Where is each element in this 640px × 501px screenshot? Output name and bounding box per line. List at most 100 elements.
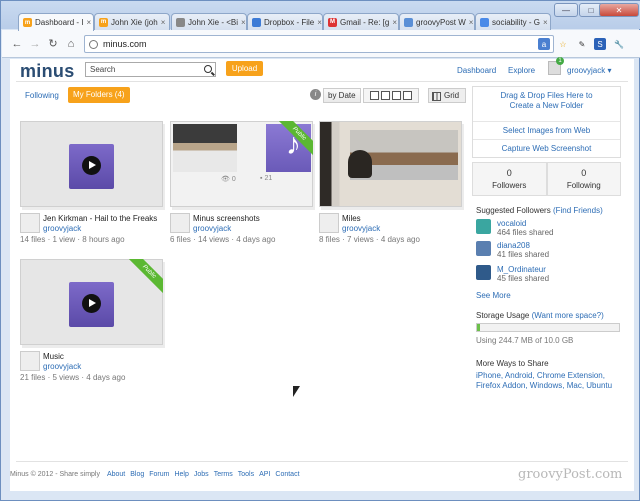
suggested-follower[interactable]: M_Ordinateur 45 files shared — [476, 265, 621, 283]
folder-title[interactable]: Minus screenshots — [193, 214, 260, 223]
folder-card[interactable]: ♪ 👁 0 ▪ 21 Public Minus screenshots groo… — [170, 121, 313, 244]
suggested-follower[interactable]: diana208 41 files shared — [476, 241, 621, 259]
footer-link-2[interactable]: Forum — [149, 471, 169, 478]
notification-badge[interactable]: 1 — [556, 57, 564, 65]
footer-link-1[interactable]: Blog — [130, 471, 144, 478]
footer-link-0[interactable]: About — [107, 471, 125, 478]
tab-label: Dropbox - File — [264, 17, 315, 27]
address-bar[interactable]: minus.com — [84, 35, 554, 53]
folder-thumbnail[interactable]: Public — [20, 259, 163, 345]
globe-icon — [89, 39, 98, 49]
folder-owner-link[interactable]: groovyjack — [342, 224, 380, 233]
grid-view-button[interactable]: Grid — [428, 88, 466, 103]
explore-link[interactable]: Explore — [508, 66, 535, 75]
suggested-follower[interactable]: vocaloid 464 files shared — [476, 219, 621, 237]
tab-0[interactable]: m Dashboard - I × — [18, 13, 94, 31]
extension-icon[interactable]: S — [594, 38, 606, 50]
close-window-button[interactable]: ✕ — [599, 3, 639, 17]
favicon-icon: M — [328, 17, 337, 27]
capture-web-screenshot-link[interactable]: Capture Web Screenshot — [473, 140, 620, 158]
tab-4[interactable]: M Gmail - Re: [g × — [323, 13, 399, 30]
minimize-button[interactable]: — — [554, 3, 578, 17]
minus-logo[interactable]: minus — [20, 61, 75, 82]
more-ways-heading: More Ways to Share — [476, 359, 549, 368]
folder-title[interactable]: Miles — [342, 214, 361, 223]
wrench-icon[interactable]: 🔧 — [613, 38, 625, 50]
tab-6[interactable]: sociability - G × — [475, 13, 551, 30]
close-tab-icon[interactable]: × — [86, 18, 91, 27]
folder-card[interactable]: Public Music groovyjack 21 files · 5 vie… — [20, 259, 163, 382]
tab-following[interactable]: Following — [25, 91, 59, 100]
owner-avatar — [20, 351, 40, 371]
folder-title[interactable]: Music — [43, 352, 64, 361]
watermark: groovyPost.com — [518, 467, 623, 482]
folder-meta: 8 files · 7 views · 4 days ago — [319, 235, 420, 244]
view-mode-icons[interactable] — [363, 88, 419, 103]
files-counter: ▪ 21 — [260, 175, 273, 182]
bookmark-star-icon[interactable]: ☆ — [557, 38, 569, 50]
close-tab-icon[interactable]: × — [317, 18, 322, 27]
drop-files-area[interactable]: Drag & Drop Files Here to Create a New Fo… — [473, 87, 620, 122]
user-menu[interactable]: groovyjack ▾ — [567, 66, 612, 75]
storage-usage-fill — [477, 324, 481, 331]
minus-page: minus Search Upload Dashboard Explore 1 … — [10, 57, 634, 491]
find-friends-link[interactable]: (Find Friends) — [553, 206, 603, 215]
upload-dropzone[interactable]: Drag & Drop Files Here to Create a New Fo… — [472, 86, 621, 158]
tab-label: Dashboard - I — [35, 18, 84, 27]
eyedropper-icon[interactable]: ✎ — [576, 38, 588, 50]
back-icon[interactable]: ← — [10, 37, 24, 51]
url-text: minus.com — [103, 39, 147, 49]
storage-heading: Storage Usage (Want more space?) — [476, 311, 604, 320]
more-space-link[interactable]: (Want more space?) — [532, 311, 604, 320]
upload-button[interactable]: Upload — [226, 61, 263, 76]
platform-links-line2[interactable]: Firefox Addon, Windows, Mac, Ubuntu — [476, 381, 612, 390]
tab-5[interactable]: groovyPost W × — [399, 13, 475, 30]
followers-stat[interactable]: 0 Followers — [472, 162, 547, 196]
following-stat[interactable]: 0 Following — [546, 162, 621, 196]
close-tab-icon[interactable]: × — [392, 18, 397, 27]
browser-toolbar: ← → ↻ ⌂ minus.com a ☆ ✎ S 🔧 — [2, 30, 640, 58]
footer-link-7[interactable]: API — [259, 471, 270, 478]
favicon-icon — [176, 17, 185, 27]
folder-title[interactable]: Jen Kirkman - Hail to the Freaks — [43, 214, 157, 223]
platform-links-line1[interactable]: iPhone, Android, Chrome Extension, — [476, 371, 605, 380]
footer-link-4[interactable]: Jobs — [194, 471, 209, 478]
folder-thumbnail[interactable] — [319, 121, 462, 207]
forward-icon[interactable]: → — [28, 37, 42, 51]
tab-2[interactable]: John Xie - <Bi × — [171, 13, 247, 30]
owner-avatar — [170, 213, 190, 233]
folder-card[interactable]: Miles groovyjack 8 files · 7 views · 4 d… — [319, 121, 462, 244]
play-icon — [82, 156, 101, 175]
dashboard-link[interactable]: Dashboard — [457, 66, 496, 75]
favicon-icon: m — [99, 17, 108, 27]
footer-link-3[interactable]: Help — [174, 471, 188, 478]
folder-thumbnail[interactable] — [20, 121, 163, 207]
folder-owner-link[interactable]: groovyjack — [193, 224, 231, 233]
screenshot-thumb — [173, 124, 237, 172]
reload-icon[interactable]: ↻ — [46, 37, 60, 51]
folder-thumbnail[interactable]: ♪ 👁 0 ▪ 21 Public — [170, 121, 313, 207]
views-counter: 👁 0 — [221, 176, 236, 183]
close-tab-icon[interactable]: × — [161, 18, 166, 27]
tab-my-folders[interactable]: My Folders (4) — [68, 87, 130, 103]
home-icon[interactable]: ⌂ — [64, 37, 78, 51]
sort-by-date-button[interactable]: by Date — [323, 88, 361, 103]
folder-owner-link[interactable]: groovyjack — [43, 224, 81, 233]
select-images-from-web-link[interactable]: Select Images from Web — [473, 122, 620, 140]
tab-3[interactable]: Dropbox - File × — [247, 13, 323, 30]
tab-1[interactable]: m John Xie (joh × — [94, 13, 170, 30]
search-icon[interactable] — [204, 65, 212, 73]
footer-link-6[interactable]: Tools — [238, 471, 254, 478]
close-tab-icon[interactable]: × — [241, 18, 246, 27]
owner-avatar — [319, 213, 339, 233]
info-icon[interactable]: i — [310, 89, 321, 100]
close-tab-icon[interactable]: × — [469, 18, 474, 27]
close-tab-icon[interactable]: × — [543, 18, 548, 27]
translate-icon[interactable]: a — [538, 38, 550, 50]
folder-owner-link[interactable]: groovyjack — [43, 362, 81, 371]
folder-card[interactable]: Jen Kirkman - Hail to the Freaks groovyj… — [20, 121, 163, 244]
see-more-link[interactable]: See More — [476, 291, 511, 300]
footer-link-8[interactable]: Contact — [275, 471, 299, 478]
search-input[interactable]: Search — [85, 62, 216, 77]
footer-link-5[interactable]: Terms — [214, 471, 233, 478]
